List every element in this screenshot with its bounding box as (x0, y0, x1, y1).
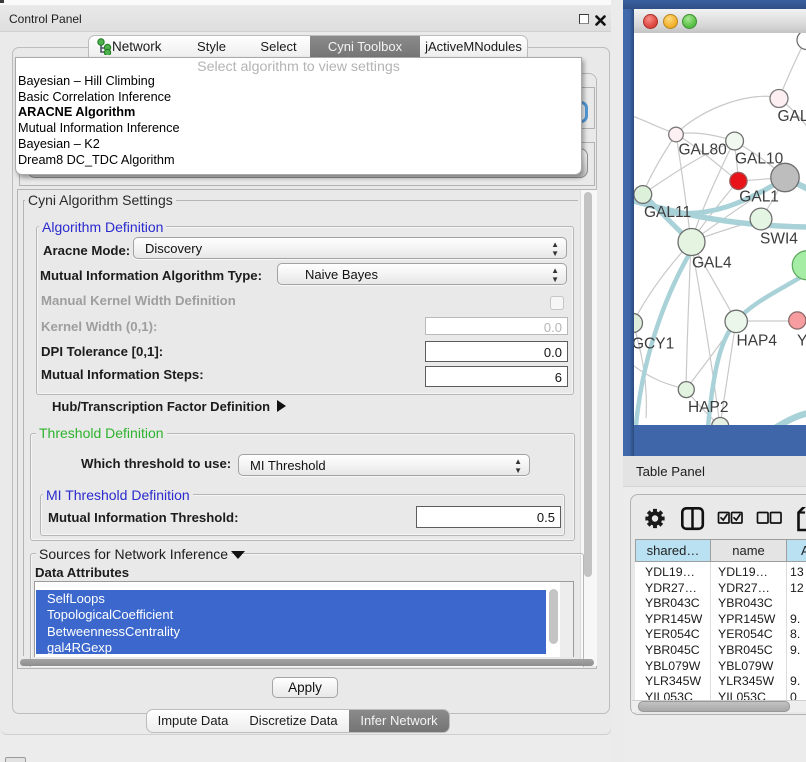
svg-text:GAL: GAL (778, 108, 806, 125)
svg-text:GCY1: GCY1 (634, 336, 674, 353)
svg-text:GAL4: GAL4 (692, 255, 732, 272)
svg-text:GAL1: GAL1 (739, 189, 779, 206)
svg-text:HAP4: HAP4 (737, 333, 778, 350)
svg-text:HAP2: HAP2 (688, 399, 729, 416)
svg-text:GAL80: GAL80 (679, 142, 728, 159)
svg-text:GAL11: GAL11 (644, 204, 691, 221)
svg-text:SWI4: SWI4 (760, 231, 798, 248)
svg-text:Y: Y (797, 333, 806, 350)
svg-text:GAL10: GAL10 (735, 151, 784, 168)
